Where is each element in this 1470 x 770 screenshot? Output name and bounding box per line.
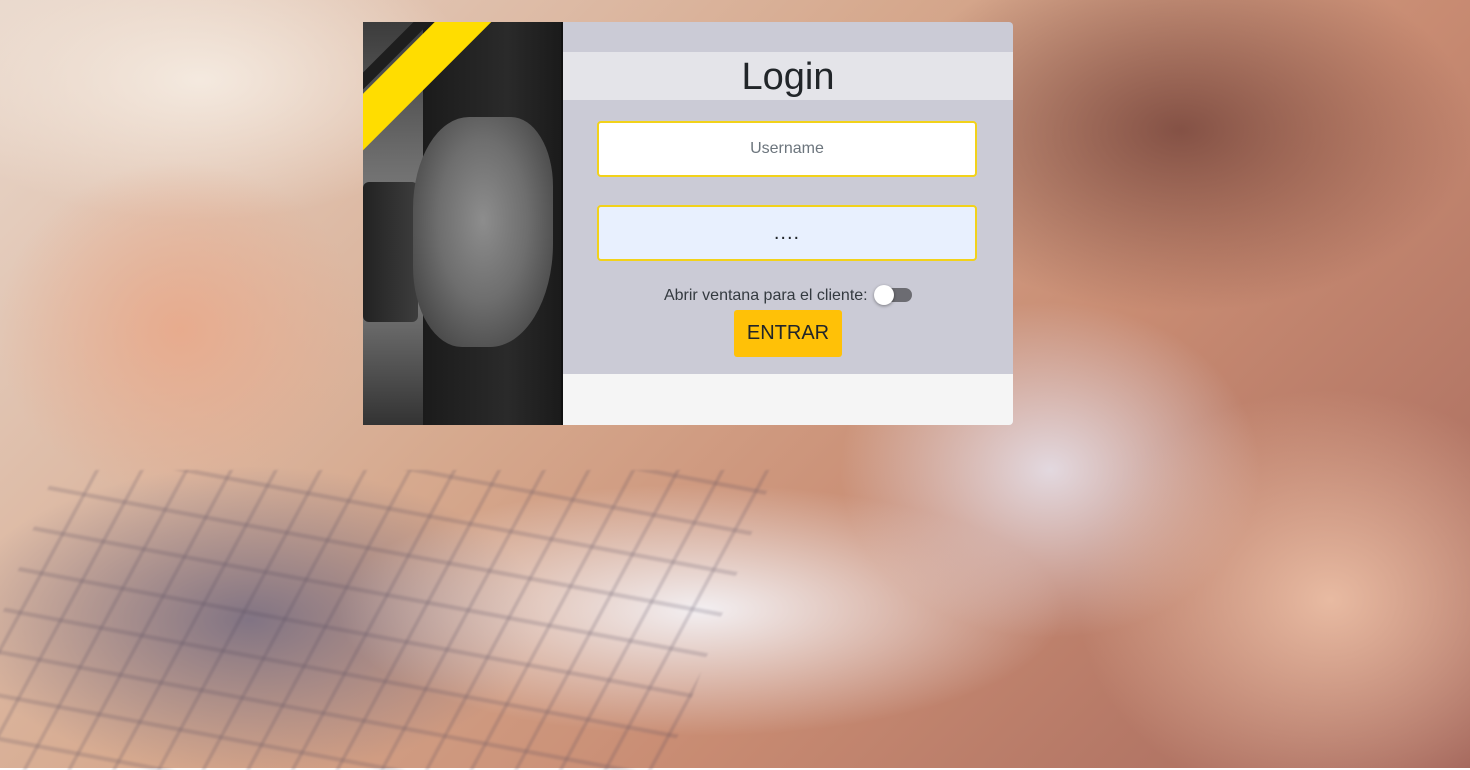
client-window-toggle[interactable] (874, 285, 913, 305)
toggle-knob (874, 285, 895, 305)
keyboard-blur (0, 470, 775, 770)
password-input[interactable] (597, 205, 977, 261)
username-input[interactable] (597, 121, 977, 177)
client-window-toggle-label: Abrir ventana para el cliente: (663, 287, 868, 304)
client-window-toggle-row: Abrir ventana para el cliente: (563, 285, 1013, 305)
side-image (363, 22, 563, 425)
tool-shape (363, 182, 418, 322)
login-header: Login (563, 52, 1013, 100)
login-title: Login (741, 56, 835, 98)
hand-shape (413, 117, 553, 347)
enter-button[interactable]: ENTRAR (734, 310, 842, 357)
login-panel: Login Abrir ventana para el cliente: ENT… (563, 22, 1013, 425)
login-card: Login Abrir ventana para el cliente: ENT… (363, 22, 1013, 425)
login-footer (563, 374, 1013, 425)
